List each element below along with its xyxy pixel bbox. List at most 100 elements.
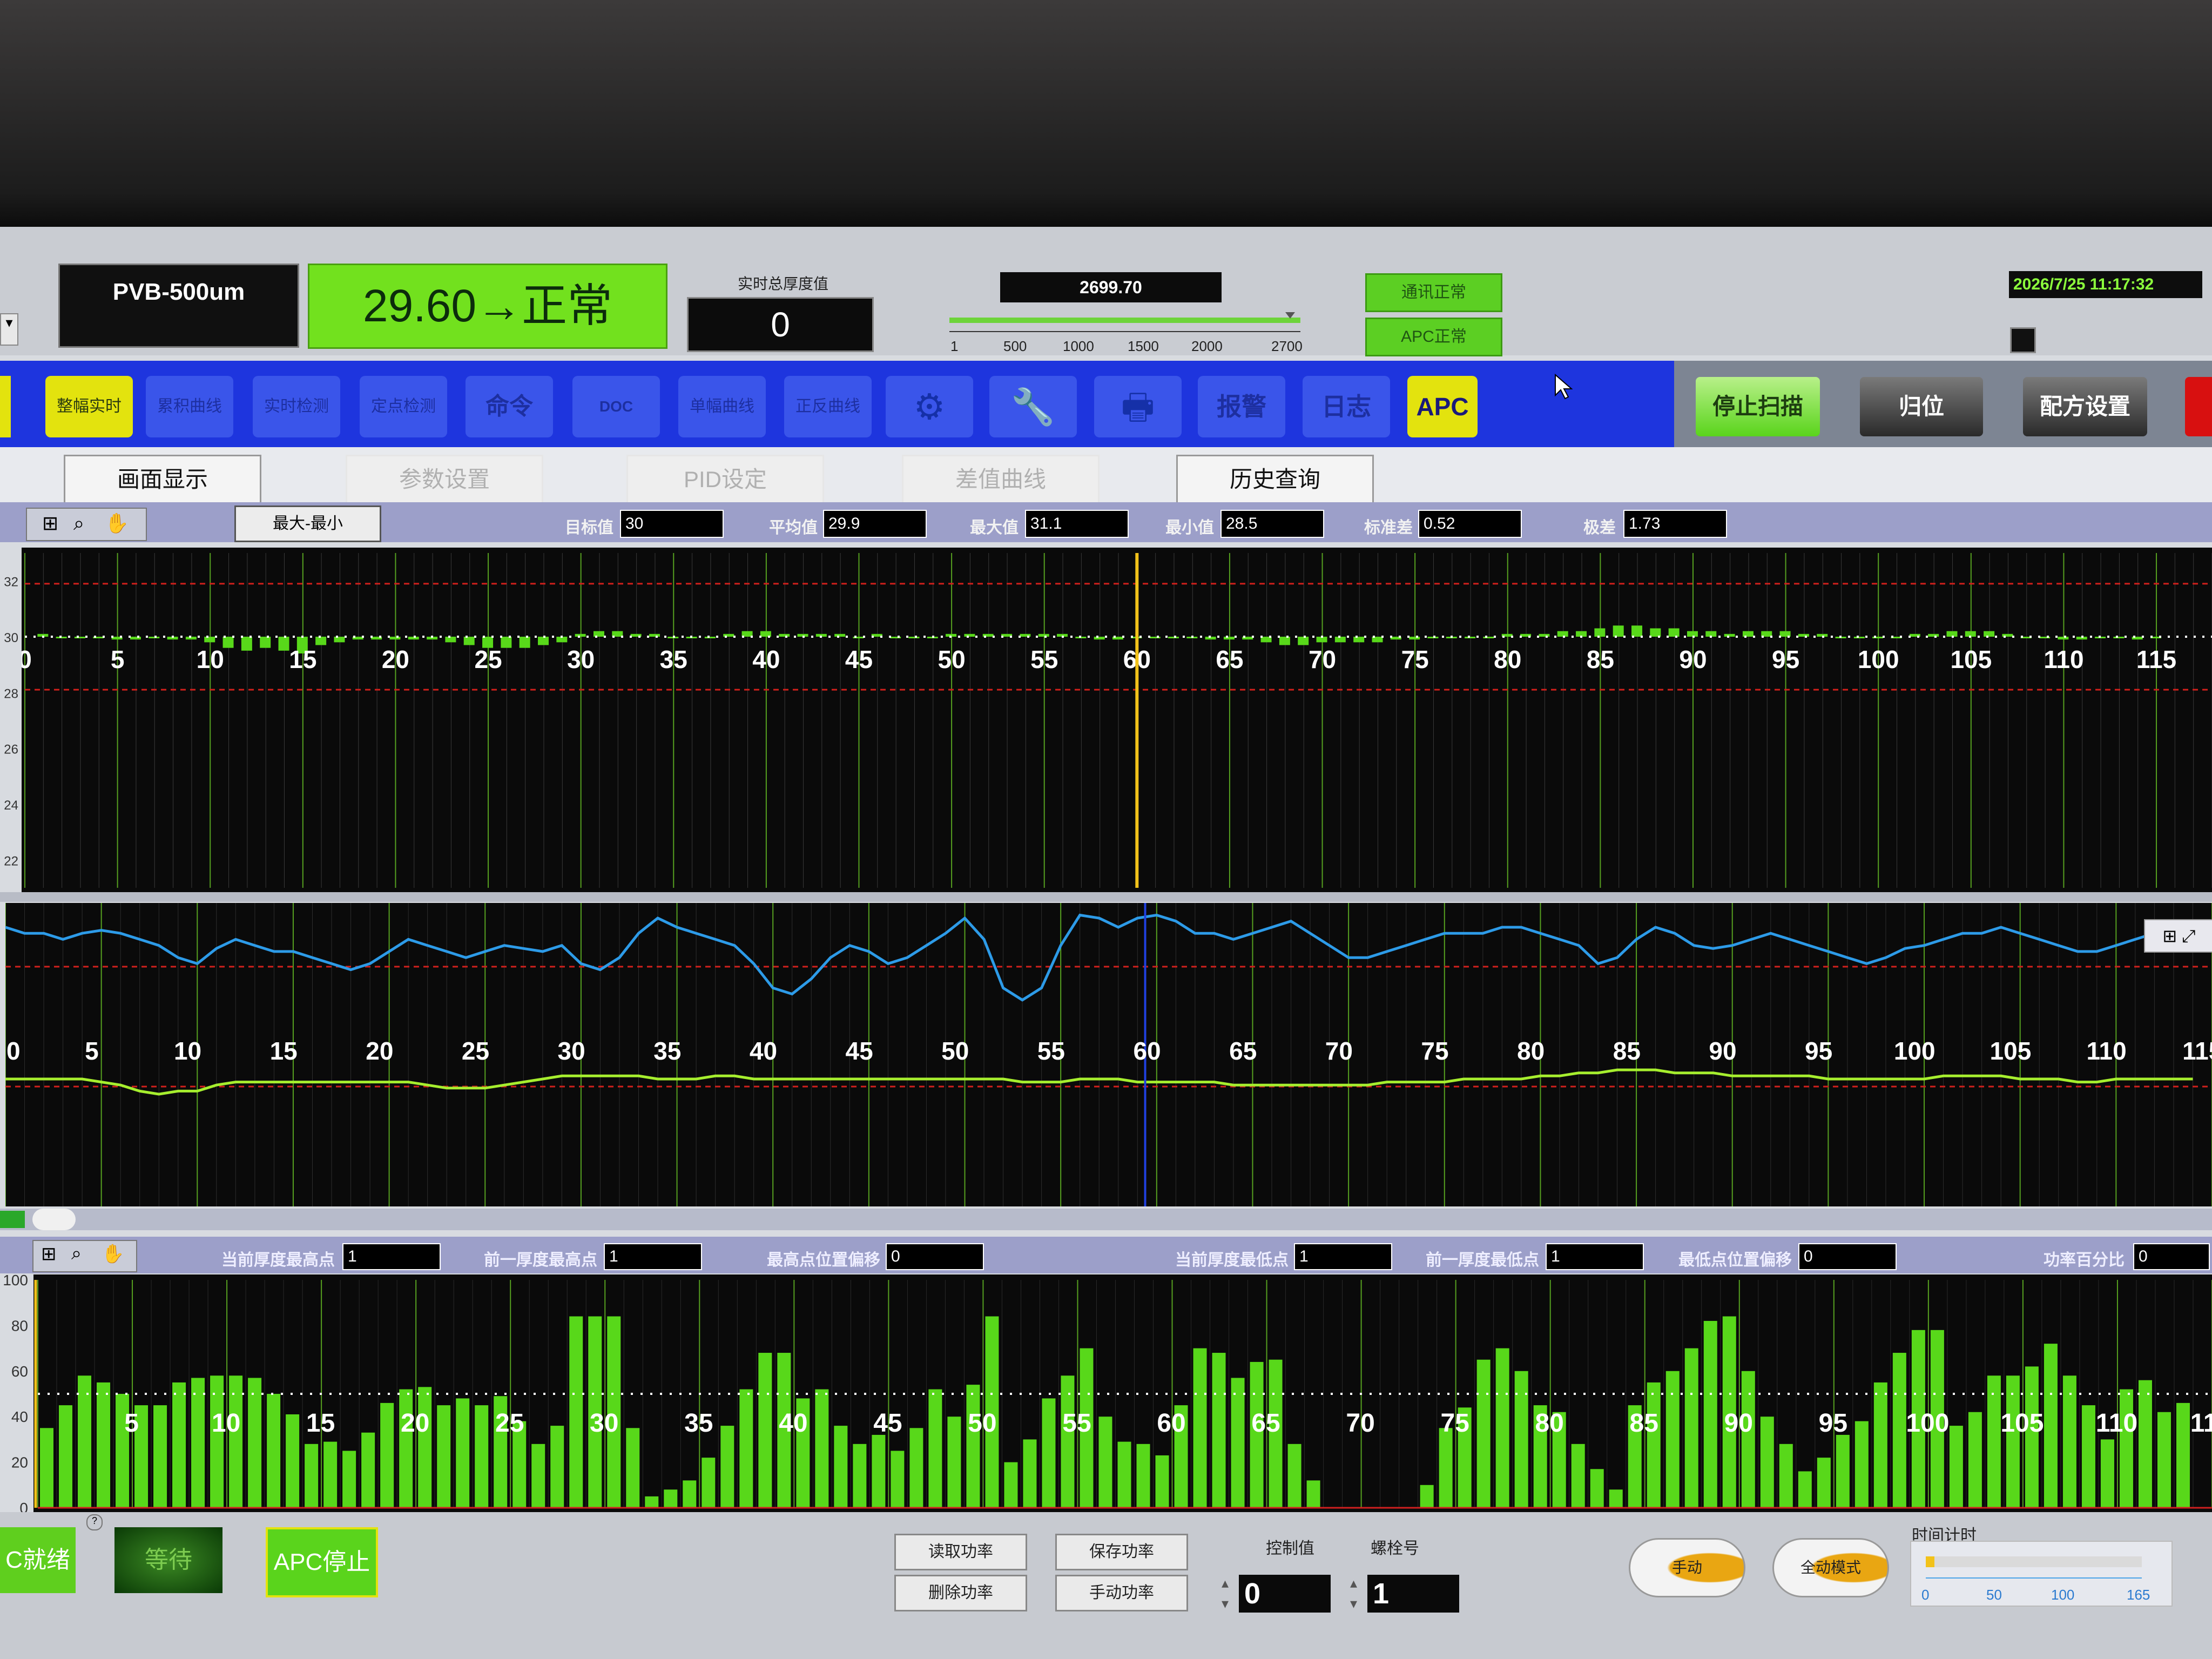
recipe-settings-button[interactable]: 配方设置 — [2023, 377, 2147, 436]
power-bar — [1117, 1441, 1131, 1508]
single-curve-button[interactable]: 单幅曲线 — [678, 376, 766, 437]
home-button[interactable]: 归位 — [1860, 377, 1983, 436]
power-bar — [1042, 1398, 1056, 1508]
toolbar-edge-button[interactable] — [0, 376, 11, 437]
info-icon[interactable]: ? — [86, 1514, 103, 1530]
manual-power-button[interactable]: 手动功率 — [1055, 1575, 1188, 1611]
x-tick-label: 110 — [2086, 1037, 2126, 1065]
thickness-bar — [1613, 625, 1624, 637]
current-low-value: 1 — [1294, 1243, 1392, 1270]
x-tick-label: 65 — [1251, 1409, 1280, 1438]
left-dropdown-arrow[interactable]: ▾ — [0, 313, 18, 346]
power-bar — [229, 1375, 243, 1508]
thickness-bar — [241, 637, 252, 651]
thickness-profile-svg: 5 10 15 20 25 30 35 40 45 50 55 60 65 70 75 80 85 90 95 100… — [0, 548, 2212, 892]
power-bar — [1647, 1382, 1661, 1508]
bolt-number-stepper-icon[interactable]: ▴ ▾ — [1350, 1573, 1365, 1615]
power-bar — [1287, 1444, 1301, 1508]
power-bar — [1892, 1353, 1906, 1508]
bolt-number-input[interactable]: 1 — [1367, 1575, 1459, 1613]
chart2-tools-icon[interactable]: ⊞ ⤢ — [2144, 919, 2212, 953]
power-bar — [872, 1434, 886, 1508]
thickness-bar — [1984, 631, 1995, 637]
manual-mode-switch[interactable]: 手动 — [1629, 1538, 1745, 1597]
tab-screen-display[interactable]: 画面显示 — [64, 455, 261, 504]
scanner-tick-label: 2000 — [1191, 338, 1223, 354]
emergency-button[interactable] — [2185, 377, 2212, 436]
power-bar — [1306, 1480, 1320, 1508]
low-offset-value: 0 — [1798, 1243, 1897, 1270]
x-tick-label: 10 — [212, 1409, 240, 1438]
power-bar — [702, 1458, 716, 1508]
front-back-curve-button[interactable]: 正反曲线 — [784, 376, 872, 437]
x-tick-label: 90 — [1724, 1409, 1753, 1438]
hand-pan-icon[interactable]: ✋ — [105, 512, 129, 535]
save-power-button[interactable]: 保存功率 — [1055, 1534, 1188, 1570]
delete-power-button[interactable]: 删除功率 — [894, 1575, 1027, 1611]
tab-parameter-settings[interactable]: 参数设置 — [346, 455, 543, 504]
high-offset-label: 最高点位置偏移 — [767, 1251, 880, 1269]
power-bar — [758, 1353, 772, 1508]
command-button[interactable]: 命令 — [466, 376, 553, 437]
trend-curve-chart[interactable]: 5 10 15 20 25 30 35 40 45 50 55 60 65 70 75 80 85 90 95 100… — [5, 903, 2212, 1206]
max-min-button[interactable]: 最大-最小 — [234, 505, 381, 542]
tab-difference-curve[interactable]: 差值曲线 — [902, 455, 1100, 504]
alarm-button[interactable]: 报警 — [1198, 376, 1285, 437]
x-tick-label: 100 — [1906, 1409, 1949, 1438]
settings-button[interactable]: ⚙ — [886, 376, 973, 437]
std-dev-value: 0.52 — [1418, 510, 1522, 538]
full-width-realtime-button[interactable]: 整幅实时 — [45, 376, 133, 437]
power-bar — [1968, 1412, 1982, 1508]
power-bar — [1193, 1348, 1207, 1508]
power-bar — [1779, 1444, 1793, 1508]
apc-button[interactable]: APC — [1407, 376, 1478, 437]
power-bar — [909, 1428, 923, 1508]
thickness-profile-chart[interactable]: 5 10 15 20 25 30 35 40 45 50 55 60 65 70 75 80 85 90 95 100… — [0, 548, 2212, 892]
power-bar — [1854, 1421, 1869, 1508]
power-bar — [1495, 1348, 1509, 1508]
hand-pan-icon[interactable]: ✋ — [102, 1243, 124, 1265]
print-button[interactable]: 🖶 — [1094, 376, 1182, 437]
power-bar — [305, 1444, 319, 1508]
tab-pid-settings[interactable]: PID设定 — [626, 455, 824, 504]
power-output-chart[interactable]: 5 10 15 20 25 30 35 40 45 50 55 60 65 70 75 80 85 90 95 100… — [0, 1274, 2212, 1512]
tab-history-query[interactable]: 历史查询 — [1176, 455, 1374, 504]
scrollbar-thumb[interactable] — [32, 1209, 76, 1230]
power-bar — [966, 1385, 980, 1508]
doc-button[interactable]: DOC — [572, 376, 660, 437]
previous-high-value: 1 — [604, 1243, 702, 1270]
thickness-status: 29.60→正常 — [308, 264, 667, 349]
power-percent-value: 0 — [2133, 1243, 2210, 1270]
y-tick-label: 28 — [4, 686, 18, 701]
power-bar — [1136, 1444, 1150, 1508]
zoom-icon[interactable]: ⌕ — [71, 1243, 82, 1264]
control-value-input[interactable]: 0 — [1239, 1575, 1331, 1613]
x-tick-label: 110 — [2096, 1409, 2137, 1438]
waiting-indicator: 等待 — [114, 1527, 222, 1593]
y-tick-label: 100 — [3, 1274, 28, 1289]
zoom-icon[interactable]: ⌕ — [73, 512, 84, 535]
auto-mode-switch[interactable]: 全动模式 — [1772, 1538, 1889, 1597]
control-value-stepper-icon[interactable]: ▴ ▾ — [1222, 1573, 1237, 1615]
power-bar — [1571, 1444, 1585, 1508]
stop-scan-button[interactable]: 停止扫描 — [1696, 377, 1820, 436]
crosshair-icon[interactable]: ⊞ — [42, 512, 58, 535]
printer-icon: 🖶 — [1121, 387, 1155, 427]
power-bar — [928, 1389, 942, 1508]
y-tick-label: 24 — [4, 798, 18, 813]
cumulative-curve-button[interactable]: 累积曲线 — [146, 376, 233, 437]
read-power-button[interactable]: 读取功率 — [894, 1534, 1027, 1570]
fixed-point-detect-button[interactable]: 定点检测 — [360, 376, 447, 437]
log-button[interactable]: 日志 — [1303, 376, 1390, 437]
x-tick-label: 0 — [6, 1037, 21, 1065]
history-scrollbar[interactable] — [0, 1209, 2212, 1230]
power-bar — [645, 1496, 659, 1508]
realtime-thickness-label: 实时总厚度值 — [738, 275, 829, 292]
crosshair-icon[interactable]: ⊞ — [41, 1243, 57, 1265]
power-bar — [380, 1402, 394, 1508]
power-bar — [2176, 1402, 2190, 1508]
thickness-bar — [1650, 628, 1661, 637]
realtime-detect-button[interactable]: 实时检测 — [253, 376, 340, 437]
x-tick-label: 45 — [846, 1037, 873, 1065]
tools-button[interactable]: 🔧 — [989, 376, 1077, 437]
